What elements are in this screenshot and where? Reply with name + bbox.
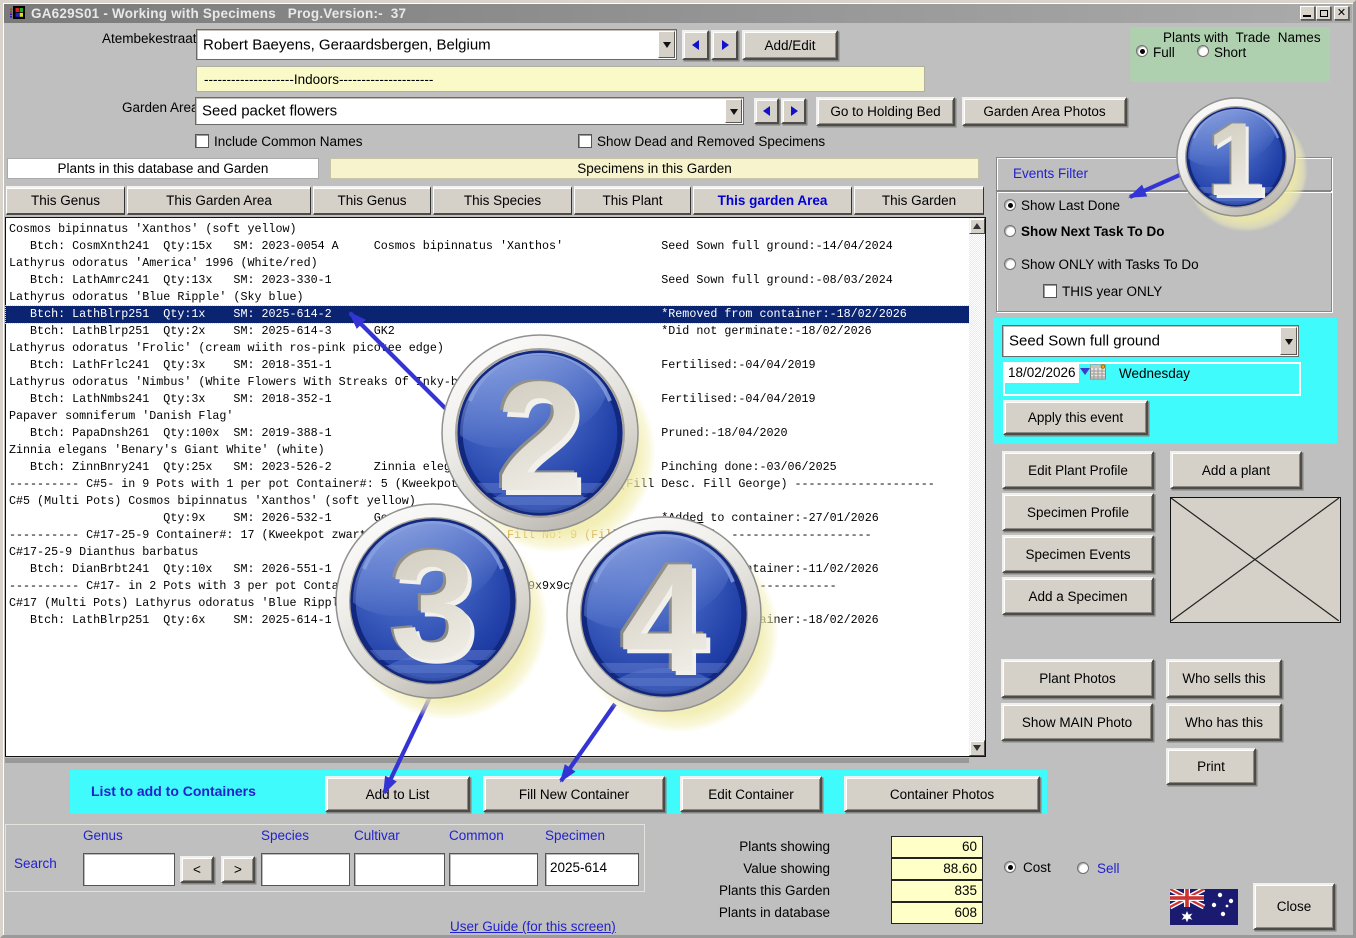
svg-text:3: 3	[390, 518, 476, 691]
svg-text:1: 1	[1207, 102, 1265, 218]
svg-text:4: 4	[621, 531, 707, 704]
